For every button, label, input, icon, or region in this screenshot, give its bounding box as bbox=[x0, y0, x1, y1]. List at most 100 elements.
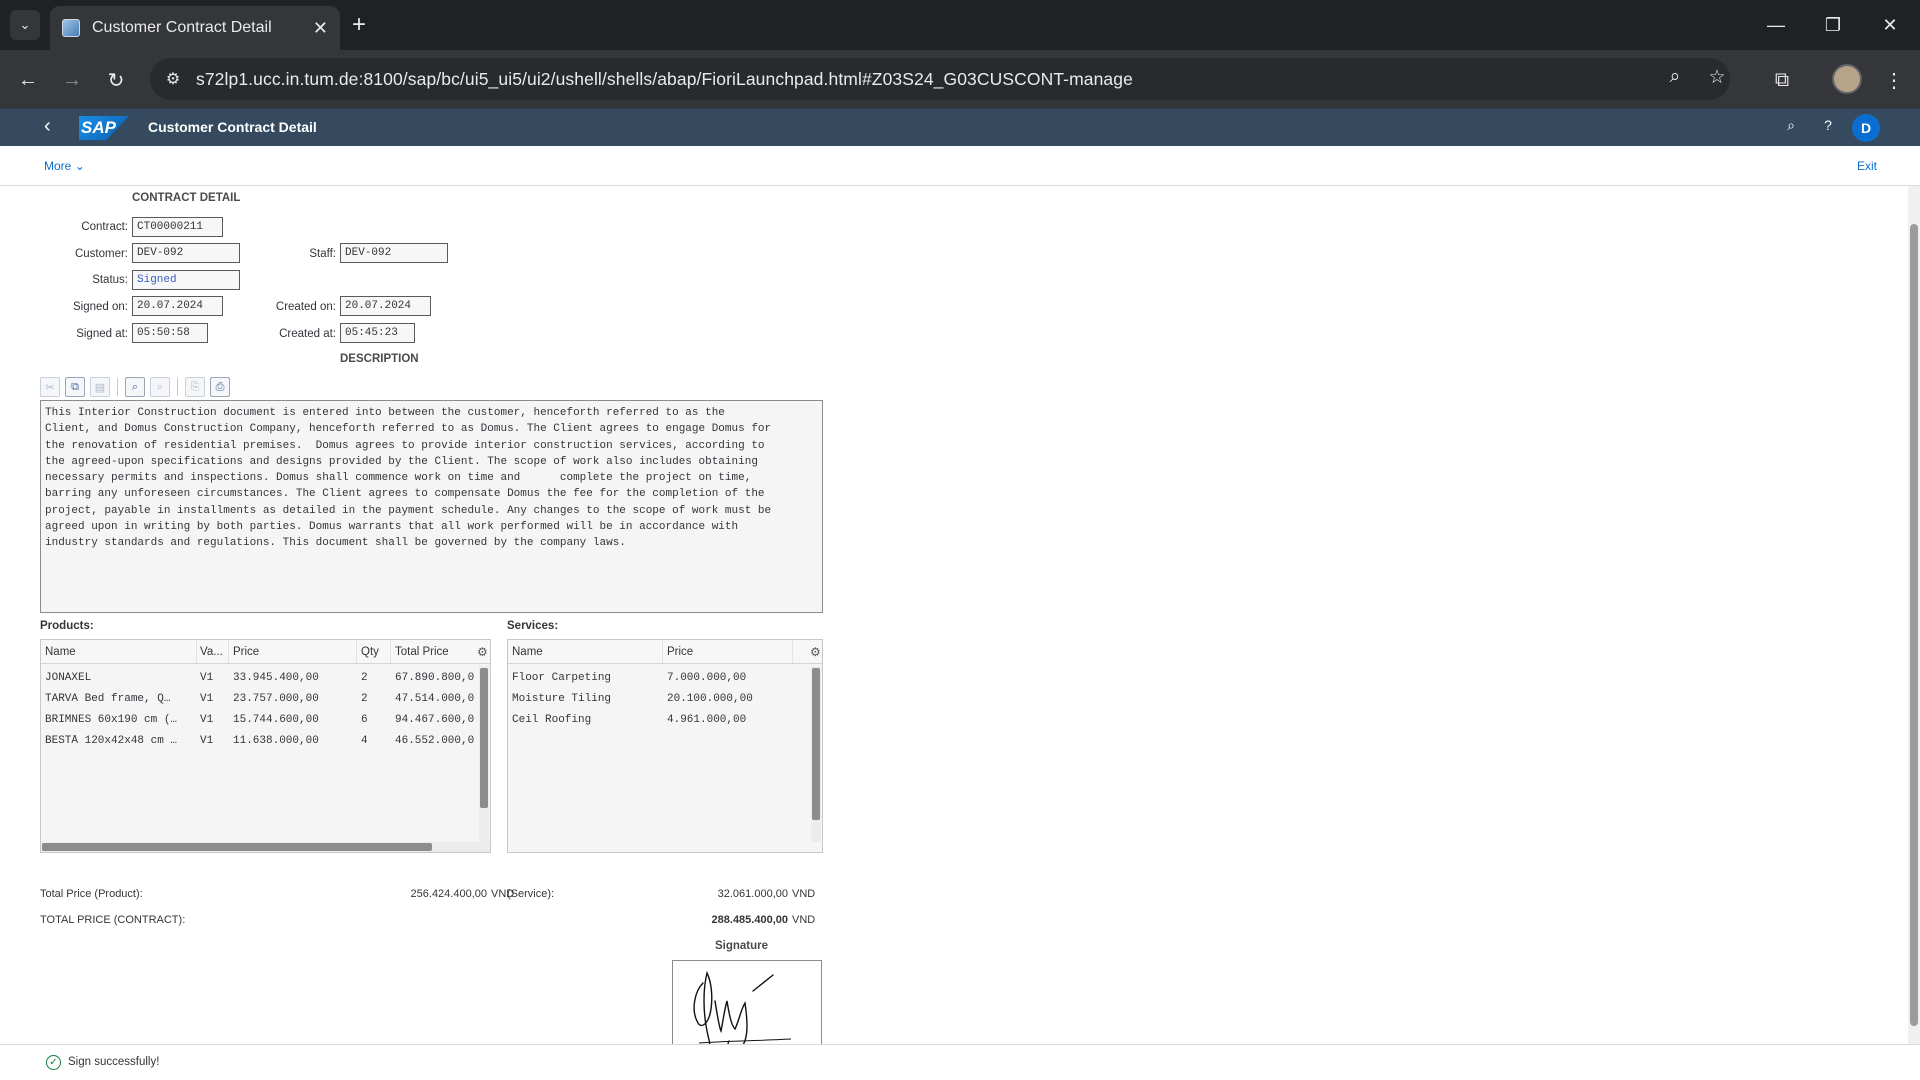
description-title: DESCRIPTION bbox=[340, 353, 419, 365]
services-cell[interactable]: Moisture Tiling bbox=[512, 693, 660, 705]
shell-back-icon[interactable]: ‹ bbox=[44, 115, 51, 138]
services-vscroll[interactable] bbox=[811, 666, 821, 842]
products-vscroll[interactable] bbox=[479, 666, 489, 842]
find-next-icon[interactable]: ⌕ bbox=[150, 377, 170, 397]
products-cell[interactable]: V1 bbox=[200, 693, 226, 705]
total-contract-label: TOTAL PRICE (CONTRACT): bbox=[40, 914, 186, 926]
products-hscroll[interactable] bbox=[41, 842, 490, 852]
table-settings-icon[interactable]: ⚙ bbox=[477, 645, 488, 659]
products-cell[interactable]: 46.552.000,0 bbox=[395, 735, 479, 747]
help-icon[interactable]: ? bbox=[1817, 117, 1839, 133]
products-cell[interactable]: 23.757.000,00 bbox=[233, 693, 355, 705]
products-cell[interactable]: BESTÅ 120x42x48 cm … bbox=[45, 735, 195, 747]
services-cell[interactable]: Floor Carpeting bbox=[512, 672, 660, 684]
close-window-icon[interactable]: ✕ bbox=[1870, 10, 1910, 40]
back-arrow-icon[interactable]: ← bbox=[12, 64, 44, 96]
products-cell[interactable]: 4 bbox=[361, 735, 389, 747]
products-cell[interactable]: V1 bbox=[200, 735, 226, 747]
page-scrollbar-thumb[interactable] bbox=[1910, 224, 1918, 1026]
description-editor[interactable]: This Interior Construction document is e… bbox=[40, 400, 823, 613]
minimize-icon[interactable]: — bbox=[1756, 10, 1796, 40]
services-vscroll-thumb[interactable] bbox=[812, 668, 820, 820]
products-cell[interactable]: V1 bbox=[200, 714, 226, 726]
site-info-icon[interactable]: ⚙ bbox=[162, 68, 184, 90]
url-text[interactable]: s72lp1.ucc.in.tum.de:8100/sap/bc/ui5_ui5… bbox=[196, 69, 1133, 90]
copy-icon[interactable]: ⧉ bbox=[65, 377, 85, 397]
staff-field[interactable]: DEV-092 bbox=[340, 243, 448, 263]
products-cell[interactable]: TARVA Bed frame, Q… bbox=[45, 693, 195, 705]
status-field[interactable]: Signed bbox=[132, 270, 240, 290]
tab-search-button[interactable]: ⌄ bbox=[10, 10, 40, 40]
tab-close-icon[interactable]: ✕ bbox=[313, 18, 328, 39]
exit-button[interactable]: Exit bbox=[1857, 159, 1877, 173]
products-cell[interactable]: 6 bbox=[361, 714, 389, 726]
col-header-total-price[interactable]: Total Price bbox=[395, 646, 449, 658]
products-cell[interactable]: 15.744.600,00 bbox=[233, 714, 355, 726]
cut-icon[interactable]: ✂ bbox=[40, 377, 60, 397]
created-at-label: Created at: bbox=[279, 328, 336, 340]
new-tab-button[interactable]: + bbox=[352, 10, 366, 40]
shell-search-icon[interactable]: ⌕ bbox=[1780, 117, 1802, 134]
success-check-icon: ✓ bbox=[46, 1055, 61, 1070]
signed-at-field[interactable]: 05:50:58 bbox=[132, 323, 208, 343]
col-header-qty[interactable]: Qty bbox=[361, 646, 379, 658]
message-text: Sign successfully! bbox=[68, 1056, 160, 1068]
products-cell[interactable]: V1 bbox=[200, 672, 226, 684]
services-cell[interactable]: Ceil Roofing bbox=[512, 714, 660, 726]
services-title: Services: bbox=[507, 620, 559, 632]
products-cell[interactable]: 2 bbox=[361, 672, 389, 684]
total-contract-value: 288.485.400,00 bbox=[711, 914, 788, 926]
table-settings-icon[interactable]: ⚙ bbox=[810, 645, 821, 659]
zoom-icon[interactable]: ⌕ bbox=[1662, 66, 1688, 88]
restore-icon[interactable]: ❐ bbox=[1813, 10, 1853, 40]
products-cell[interactable]: 47.514.000,0 bbox=[395, 693, 479, 705]
find-icon[interactable]: ⌕ bbox=[125, 377, 145, 397]
reload-icon[interactable]: ↻ bbox=[100, 64, 132, 96]
main-content: CONTRACT DETAIL Contract: CT00000211 Cus… bbox=[0, 186, 1906, 1044]
app-title: Customer Contract Detail bbox=[148, 119, 317, 135]
services-cell[interactable]: 7.000.000,00 bbox=[667, 672, 791, 684]
products-cell[interactable]: 94.467.600,0 bbox=[395, 714, 479, 726]
page-scrollbar[interactable] bbox=[1908, 186, 1920, 1044]
services-table-header: Name Price ⚙ bbox=[508, 640, 822, 664]
export-icon[interactable]: ⎘ bbox=[185, 377, 205, 397]
sap-logo[interactable]: SAP bbox=[79, 116, 129, 140]
profile-avatar[interactable] bbox=[1832, 64, 1862, 94]
col-header-variant[interactable]: Va... bbox=[200, 646, 223, 658]
products-cell[interactable]: 33.945.400,00 bbox=[233, 672, 355, 684]
services-cell[interactable]: 4.961.000,00 bbox=[667, 714, 791, 726]
products-hscroll-thumb[interactable] bbox=[42, 843, 432, 851]
extensions-icon[interactable]: ⧉ bbox=[1766, 64, 1798, 96]
services-cell[interactable]: 20.100.000,00 bbox=[667, 693, 791, 705]
col-header-service-name[interactable]: Name bbox=[512, 646, 543, 658]
contract-detail-title: CONTRACT DETAIL bbox=[132, 192, 241, 204]
import-icon[interactable]: ⎙ bbox=[210, 377, 230, 397]
address-bar[interactable]: ⚙ s72lp1.ucc.in.tum.de:8100/sap/bc/ui5_u… bbox=[150, 58, 1730, 100]
forward-arrow-icon[interactable]: → bbox=[56, 64, 88, 96]
chevron-down-icon: ⌄ bbox=[74, 159, 85, 173]
products-cell[interactable]: 67.890.800,0 bbox=[395, 672, 479, 684]
col-header-name[interactable]: Name bbox=[45, 646, 76, 658]
contract-field[interactable]: CT00000211 bbox=[132, 217, 223, 237]
browser-tab[interactable]: Customer Contract Detail ✕ bbox=[50, 6, 340, 50]
signed-on-field[interactable]: 20.07.2024 bbox=[132, 296, 223, 316]
products-cell[interactable]: BRIMNES 60x190 cm (… bbox=[45, 714, 195, 726]
browser-toolbar: ← → ↻ ⚙ s72lp1.ucc.in.tum.de:8100/sap/bc… bbox=[0, 50, 1920, 108]
paste-icon[interactable]: ▤ bbox=[90, 377, 110, 397]
browser-menu-icon[interactable]: ⋮ bbox=[1878, 64, 1910, 96]
col-header-service-price[interactable]: Price bbox=[667, 646, 693, 658]
user-avatar[interactable]: D bbox=[1852, 114, 1880, 142]
products-cell[interactable]: 11.638.000,00 bbox=[233, 735, 355, 747]
services-table: Name Price ⚙ Floor Carpeting 7.000.000,00… bbox=[507, 639, 823, 853]
status-label: Status: bbox=[92, 274, 128, 286]
bookmark-star-icon[interactable]: ☆ bbox=[1704, 66, 1730, 89]
products-cell[interactable]: 2 bbox=[361, 693, 389, 705]
col-header-price[interactable]: Price bbox=[233, 646, 259, 658]
more-menu-button[interactable]: More ⌄ bbox=[44, 159, 85, 173]
signed-on-label: Signed on: bbox=[73, 301, 128, 313]
products-cell[interactable]: JONAXEL bbox=[45, 672, 195, 684]
created-on-field[interactable]: 20.07.2024 bbox=[340, 296, 431, 316]
products-vscroll-thumb[interactable] bbox=[480, 668, 488, 808]
customer-field[interactable]: DEV-092 bbox=[132, 243, 240, 263]
created-at-field[interactable]: 05:45:23 bbox=[340, 323, 415, 343]
